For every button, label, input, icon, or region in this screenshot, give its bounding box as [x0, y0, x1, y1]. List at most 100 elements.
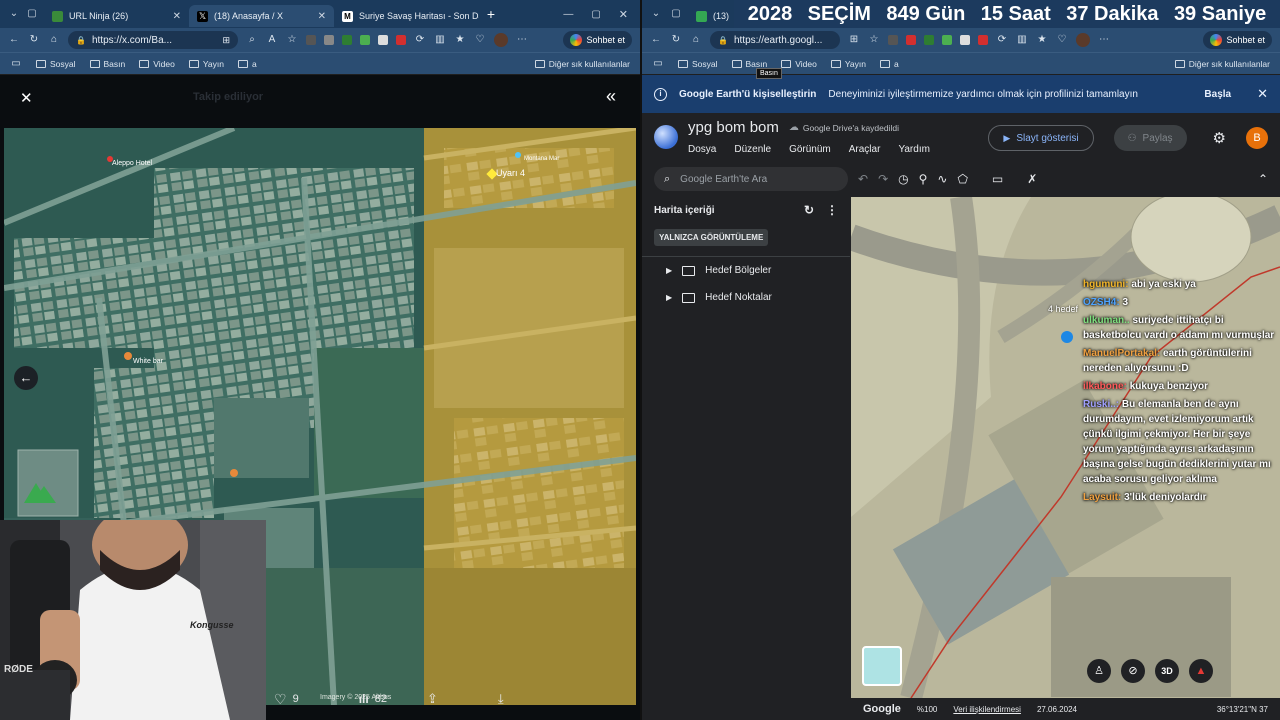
menu-araclar[interactable]: Araçlar: [849, 144, 881, 155]
like-button[interactable]: ♡ 9: [274, 691, 299, 708]
views-button[interactable]: ılı 82: [359, 692, 387, 706]
menu-gorunum[interactable]: Görünüm: [789, 144, 831, 155]
collapse-panel-icon[interactable]: «: [606, 86, 616, 107]
minimize-icon[interactable]: —: [563, 9, 573, 20]
extension-icon[interactable]: [978, 35, 988, 45]
home-icon[interactable]: ⌂: [48, 34, 60, 46]
extension-icon[interactable]: [906, 35, 916, 45]
read-aloud-icon[interactable]: A: [266, 34, 278, 46]
extension-icon[interactable]: [360, 35, 370, 45]
folder-row-target-regions[interactable]: ▶ Hedef Bölgeler: [642, 257, 850, 284]
toggle-3d-button[interactable]: 3D: [1155, 659, 1179, 683]
tab-x-home[interactable]: 𝕏 (18) Anasayfa / X ✕: [189, 5, 334, 27]
bookmark-basin[interactable]: Basın: [731, 59, 767, 69]
tab-actions-icon[interactable]: ▭: [10, 58, 22, 70]
sync-icon[interactable]: ⟳: [414, 34, 426, 46]
account-avatar[interactable]: B: [1246, 127, 1268, 149]
new-tab-icon[interactable]: +: [485, 7, 497, 21]
app-icon[interactable]: ⊞: [848, 34, 860, 46]
browser-essentials-icon[interactable]: ♡: [1056, 34, 1068, 46]
reload-icon[interactable]: ↻: [28, 34, 40, 46]
collections-icon[interactable]: ★: [454, 34, 466, 46]
window-close-icon[interactable]: ✕: [619, 8, 628, 21]
tab-actions-icon[interactable]: ▭: [652, 58, 664, 70]
browser-essentials-icon[interactable]: ♡: [474, 34, 486, 46]
bookmark-a[interactable]: a: [237, 59, 257, 69]
workspaces-icon[interactable]: ▢: [670, 8, 682, 20]
settings-gear-icon[interactable]: ⚙: [1213, 129, 1226, 147]
more-icon[interactable]: ⋯: [1098, 34, 1110, 46]
redo-icon[interactable]: ↷: [878, 172, 888, 186]
add-placemark-icon[interactable]: ⚲: [919, 172, 928, 186]
previous-image-icon[interactable]: ←: [14, 366, 38, 390]
banner-start-button[interactable]: Başla: [1204, 89, 1231, 100]
bookmark-a[interactable]: a: [879, 59, 899, 69]
bookmark-video[interactable]: Video: [781, 59, 817, 69]
home-icon[interactable]: ⌂: [690, 34, 702, 46]
copilot-chat-button[interactable]: Sohbet et: [1203, 31, 1272, 49]
favorite-star-icon[interactable]: ☆: [286, 34, 298, 46]
bookmark-basin[interactable]: Basın: [89, 59, 125, 69]
draw-path-icon[interactable]: ∿: [937, 172, 947, 186]
address-bar[interactable]: 🔒 https://earth.googl...: [710, 31, 840, 49]
menu-duzenle[interactable]: Düzenle: [734, 144, 771, 155]
workspaces-icon[interactable]: ▢: [26, 8, 38, 20]
bookmark-sosyal[interactable]: Sosyal: [678, 59, 718, 69]
extension-icon[interactable]: [306, 35, 316, 45]
tab-menu-icon[interactable]: ⌄: [8, 8, 20, 20]
profile-avatar[interactable]: [494, 33, 508, 47]
more-icon[interactable]: ⋯: [516, 34, 528, 46]
project-title[interactable]: ypg bom bom: [688, 119, 779, 136]
collections-icon[interactable]: ★: [1036, 34, 1048, 46]
banner-close-icon[interactable]: ✕: [1257, 86, 1268, 102]
split-screen-icon[interactable]: ▥: [434, 34, 446, 46]
extension-icon[interactable]: [342, 35, 352, 45]
more-vert-icon[interactable]: ⋮: [826, 203, 838, 217]
undo-icon[interactable]: ↶: [858, 172, 868, 186]
sync-icon[interactable]: ⟳: [996, 34, 1008, 46]
collapse-toolbar-icon[interactable]: ⌃: [1258, 172, 1268, 186]
refresh-icon[interactable]: ↻: [804, 203, 814, 217]
expand-arrow-icon[interactable]: ▶: [666, 266, 672, 275]
copilot-chat-button[interactable]: Sohbet et: [563, 31, 632, 49]
profile-avatar[interactable]: [1076, 33, 1090, 47]
tab-syria-map[interactable]: M Suriye Savaş Haritası - Son Dak ✕: [334, 5, 479, 27]
maximize-icon[interactable]: ▢: [591, 9, 600, 20]
share-icon[interactable]: ⇪: [427, 691, 438, 707]
extension-icon[interactable]: [396, 35, 406, 45]
measure-icon[interactable]: ▭: [992, 172, 1003, 186]
street-view-icon[interactable]: ♙: [1087, 659, 1111, 683]
back-icon[interactable]: ←: [8, 34, 20, 46]
zoom-icon[interactable]: ⌕: [246, 34, 258, 46]
tab-url-ninja[interactable]: URL Ninja (26) ✕: [44, 5, 189, 27]
menu-dosya[interactable]: Dosya: [688, 144, 716, 155]
extension-icon[interactable]: [942, 35, 952, 45]
split-screen-icon[interactable]: ▥: [1016, 34, 1028, 46]
slideshow-button[interactable]: ▶ Slayt gösterisi: [988, 125, 1094, 151]
bookmark-yayin[interactable]: Yayın: [830, 59, 866, 69]
close-viewer-icon[interactable]: ✕: [20, 89, 33, 107]
extension-icon[interactable]: [960, 35, 970, 45]
extension-icon[interactable]: [378, 35, 388, 45]
extension-icon[interactable]: [324, 35, 334, 45]
compass-icon[interactable]: ▲: [1189, 659, 1213, 683]
close-tab-icon[interactable]: ✕: [173, 11, 181, 22]
close-tab-icon[interactable]: ✕: [318, 11, 326, 22]
menu-yardim[interactable]: Yardım: [898, 144, 930, 155]
tilt-icon[interactable]: ⊘: [1121, 659, 1145, 683]
address-bar[interactable]: 🔒 https://x.com/Ba... ⊞: [68, 31, 238, 49]
history-icon[interactable]: ◷: [898, 172, 908, 186]
bookmark-other-favorites[interactable]: Diğer sık kullanılanlar: [534, 59, 630, 69]
back-icon[interactable]: ←: [650, 34, 662, 46]
extension-icon[interactable]: [888, 35, 898, 45]
reload-icon[interactable]: ↻: [670, 34, 682, 46]
draw-polygon-icon[interactable]: ⬠: [957, 172, 967, 186]
bookmark-other-favorites[interactable]: Diğer sık kullanılanlar: [1174, 59, 1270, 69]
favorite-star-icon[interactable]: ☆: [868, 34, 880, 46]
earth-search-input[interactable]: ⌕ Google Earth'te Ara: [654, 167, 848, 191]
folder-row-target-points[interactable]: ▶ Hedef Noktalar: [642, 284, 850, 311]
tools-icon[interactable]: ✗: [1027, 172, 1037, 186]
tab-menu-icon[interactable]: ⌄: [650, 8, 662, 20]
bookmark-yayin[interactable]: Yayın: [188, 59, 224, 69]
expand-arrow-icon[interactable]: ▶: [666, 293, 672, 302]
